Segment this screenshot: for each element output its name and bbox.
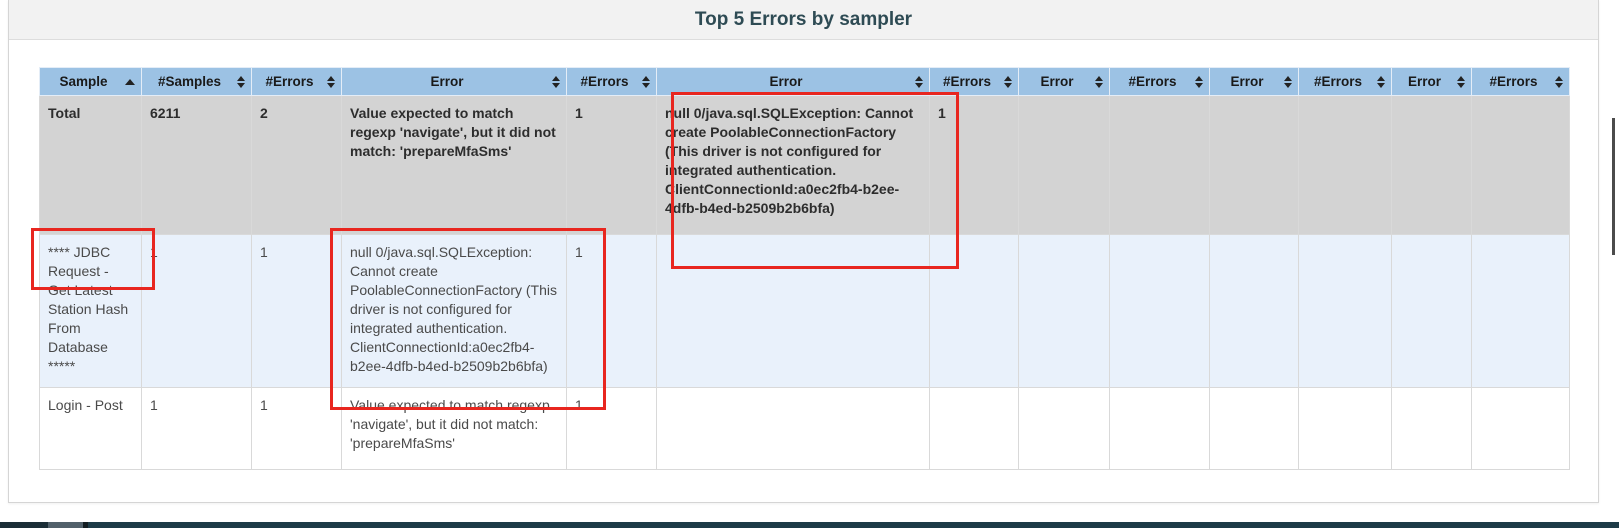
- top5-errors-panel: Top 5 Errors by sampler Sample #Samples: [8, 0, 1599, 503]
- sort-icon: [915, 76, 923, 88]
- cell-errors-count: [1299, 96, 1392, 235]
- column-header-error-5[interactable]: Error: [1392, 68, 1472, 96]
- cell-error-text: [1210, 388, 1299, 470]
- column-label: #Errors: [1128, 74, 1176, 89]
- column-label: Error: [769, 74, 802, 89]
- column-label: #Errors: [580, 74, 628, 89]
- bottom-bar: [0, 522, 1619, 528]
- vertical-scrollbar-thumb[interactable]: [1612, 118, 1615, 255]
- sort-icon: [1095, 76, 1103, 88]
- cell-errors-count: [1472, 388, 1570, 470]
- sort-icon: [1284, 76, 1292, 88]
- cell-errors-count: 1: [567, 388, 657, 470]
- column-header-error-4[interactable]: Error: [1210, 68, 1299, 96]
- panel-body: Sample #Samples #Errors Error: [9, 40, 1598, 470]
- cell-errors-count: [930, 388, 1019, 470]
- page-title: Top 5 Errors by sampler: [695, 9, 912, 31]
- column-label: #Errors: [1489, 74, 1537, 89]
- cell-error-text: [1019, 235, 1110, 388]
- bottom-bar-left-segment: [0, 522, 48, 528]
- column-header-errors-1[interactable]: #Errors: [252, 68, 342, 96]
- sort-icon: [1555, 76, 1563, 88]
- cell-errors-count: [1110, 388, 1210, 470]
- column-label: #Errors: [943, 74, 991, 89]
- cell-error-text: [657, 388, 930, 470]
- cell-errors-count: [1472, 235, 1570, 388]
- cell-error-text: [1210, 96, 1299, 235]
- cell-errors-count: 1: [252, 388, 342, 470]
- cell-error-text: [1210, 235, 1299, 388]
- column-header-error-1[interactable]: Error: [342, 68, 567, 96]
- column-header-error-2[interactable]: Error: [657, 68, 930, 96]
- cell-error-text: [1392, 235, 1472, 388]
- column-label: Error: [1230, 74, 1263, 89]
- column-label: Error: [1408, 74, 1441, 89]
- table-row-login-post: Login - Post 1 1 Value expected to match…: [40, 388, 1570, 470]
- table-row-total: Total 6211 2 Value expected to match reg…: [40, 96, 1570, 235]
- cell-error-text: [1392, 96, 1472, 235]
- sort-icon: [1195, 76, 1203, 88]
- sort-icon: [1004, 76, 1012, 88]
- bottom-bar-notch: [83, 522, 88, 528]
- cell-samples-count: 1: [142, 388, 252, 470]
- cell-error-text: Value expected to match regexp 'navigate…: [342, 96, 567, 235]
- sort-icon: [1377, 76, 1385, 88]
- cell-samples-count: 1: [142, 235, 252, 388]
- header-row: Sample #Samples #Errors Error: [40, 68, 1570, 96]
- cell-errors-count: [930, 235, 1019, 388]
- table-row-jdbc-request: **** JDBC Request - Get Latest Station H…: [40, 235, 1570, 388]
- column-header-errors-4[interactable]: #Errors: [1110, 68, 1210, 96]
- column-header-samples[interactable]: #Samples: [142, 68, 252, 96]
- column-label: Error: [430, 74, 463, 89]
- panel-heading: Top 5 Errors by sampler: [9, 0, 1598, 40]
- cell-sample: Login - Post: [40, 388, 142, 470]
- cell-error-text: [1019, 96, 1110, 235]
- column-label: Sample: [59, 74, 107, 89]
- cell-errors-count: 1: [252, 235, 342, 388]
- table-body: Total 6211 2 Value expected to match reg…: [40, 96, 1570, 470]
- column-header-errors-5[interactable]: #Errors: [1299, 68, 1392, 96]
- column-label: #Samples: [158, 74, 221, 89]
- column-label: Error: [1040, 74, 1073, 89]
- cell-error-text: [657, 235, 930, 388]
- cell-errors-count: [1472, 96, 1570, 235]
- cell-error-text: null 0/java.sql.SQLException: Cannot cre…: [657, 96, 930, 235]
- sort-icon: [237, 76, 245, 88]
- cell-error-text: [1019, 388, 1110, 470]
- cell-errors-count: [1110, 96, 1210, 235]
- column-header-error-3[interactable]: Error: [1019, 68, 1110, 96]
- cell-errors-count: 1: [567, 96, 657, 235]
- column-header-errors-2[interactable]: #Errors: [567, 68, 657, 96]
- column-header-sample[interactable]: Sample: [40, 68, 142, 96]
- cell-errors-count: 2: [252, 96, 342, 235]
- sort-icon: [642, 76, 650, 88]
- column-label: #Errors: [1314, 74, 1362, 89]
- cell-error-text: Value expected to match regexp 'navigate…: [342, 388, 567, 470]
- cell-errors-count: [1299, 388, 1392, 470]
- sort-ascending-icon: [125, 79, 135, 85]
- cell-errors-count: 1: [567, 235, 657, 388]
- sort-icon: [327, 76, 335, 88]
- cell-sample: **** JDBC Request - Get Latest Station H…: [40, 235, 142, 388]
- cell-errors-count: [1110, 235, 1210, 388]
- cell-errors-count: 1: [930, 96, 1019, 235]
- sort-icon: [1457, 76, 1465, 88]
- column-label: #Errors: [265, 74, 313, 89]
- horizontal-scrollbar-thumb[interactable]: [48, 522, 83, 528]
- top5-errors-table: Sample #Samples #Errors Error: [39, 67, 1570, 470]
- cell-samples-count: 6211: [142, 96, 252, 235]
- cell-error-text: null 0/java.sql.SQLException: Cannot cre…: [342, 235, 567, 388]
- cell-error-text: [1392, 388, 1472, 470]
- cell-sample: Total: [40, 96, 142, 235]
- sort-icon: [552, 76, 560, 88]
- table-header: Sample #Samples #Errors Error: [40, 68, 1570, 96]
- column-header-errors-3[interactable]: #Errors: [930, 68, 1019, 96]
- cell-errors-count: [1299, 235, 1392, 388]
- column-header-errors-6[interactable]: #Errors: [1472, 68, 1570, 96]
